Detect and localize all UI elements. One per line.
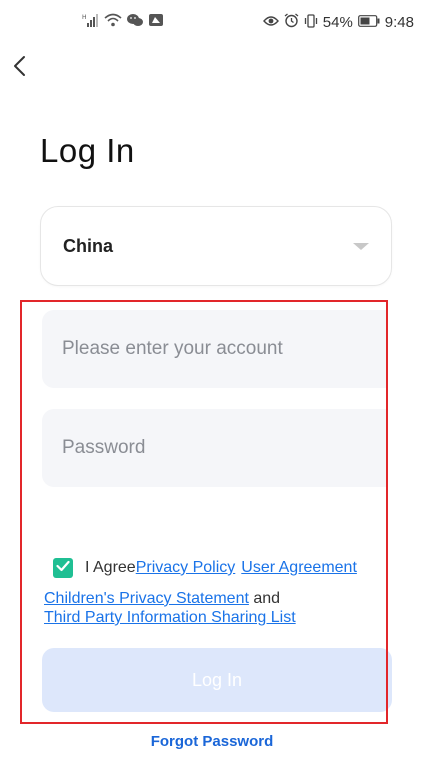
password-input[interactable]: Password: [42, 409, 388, 487]
login-button[interactable]: Log In: [42, 648, 392, 712]
country-selected-value: China: [63, 236, 114, 256]
country-select[interactable]: China: [40, 206, 392, 286]
alarm-icon: [284, 13, 299, 32]
agreement-row: I Agree Privacy Policy User Agreement: [53, 557, 357, 579]
clock-time: 9:48: [384, 14, 414, 31]
chevron-down-icon: [353, 243, 369, 250]
account-placeholder: Please enter your account: [62, 338, 283, 359]
page-title: Log In: [40, 132, 135, 169]
eye-icon: [262, 14, 279, 31]
login-button-label: Log In: [191, 669, 243, 690]
signal-icon: H: [82, 13, 100, 32]
check-icon: [56, 559, 70, 577]
account-input[interactable]: Please enter your account: [42, 310, 388, 388]
children-privacy-link[interactable]: Children's Privacy Statement: [44, 590, 249, 607]
wifi-icon: [104, 13, 122, 32]
user-agreement-link[interactable]: User Agreement: [241, 559, 357, 577]
status-left-icons: H: [82, 13, 164, 32]
chat-notification-icon: [126, 13, 144, 32]
battery-percent: 54%: [322, 14, 353, 31]
app-notification-icon: [148, 13, 164, 32]
agree-checkbox[interactable]: [53, 558, 73, 578]
and-text: and: [253, 590, 281, 607]
status-right-icons: 54% 9:48: [262, 13, 414, 32]
battery-icon: [357, 14, 380, 31]
third-party-sharing-link[interactable]: Third Party Information Sharing List: [44, 609, 296, 626]
back-button[interactable]: [6, 54, 34, 82]
agreement-links: Children's Privacy Statement and Third P…: [44, 589, 296, 627]
agree-label: I Agree: [85, 559, 136, 576]
password-placeholder: Password: [62, 437, 146, 458]
login-screen: H 54% 9:48 Log In China Please enter you…: [0, 0, 424, 783]
chevron-left-icon: [12, 55, 28, 82]
svg-text:H: H: [82, 14, 87, 21]
vibrate-icon: [304, 13, 318, 32]
privacy-policy-link[interactable]: Privacy Policy: [136, 559, 236, 577]
status-bar: H 54% 9:48: [0, 0, 424, 42]
forgot-password-link[interactable]: Forgot Password: [0, 733, 424, 750]
